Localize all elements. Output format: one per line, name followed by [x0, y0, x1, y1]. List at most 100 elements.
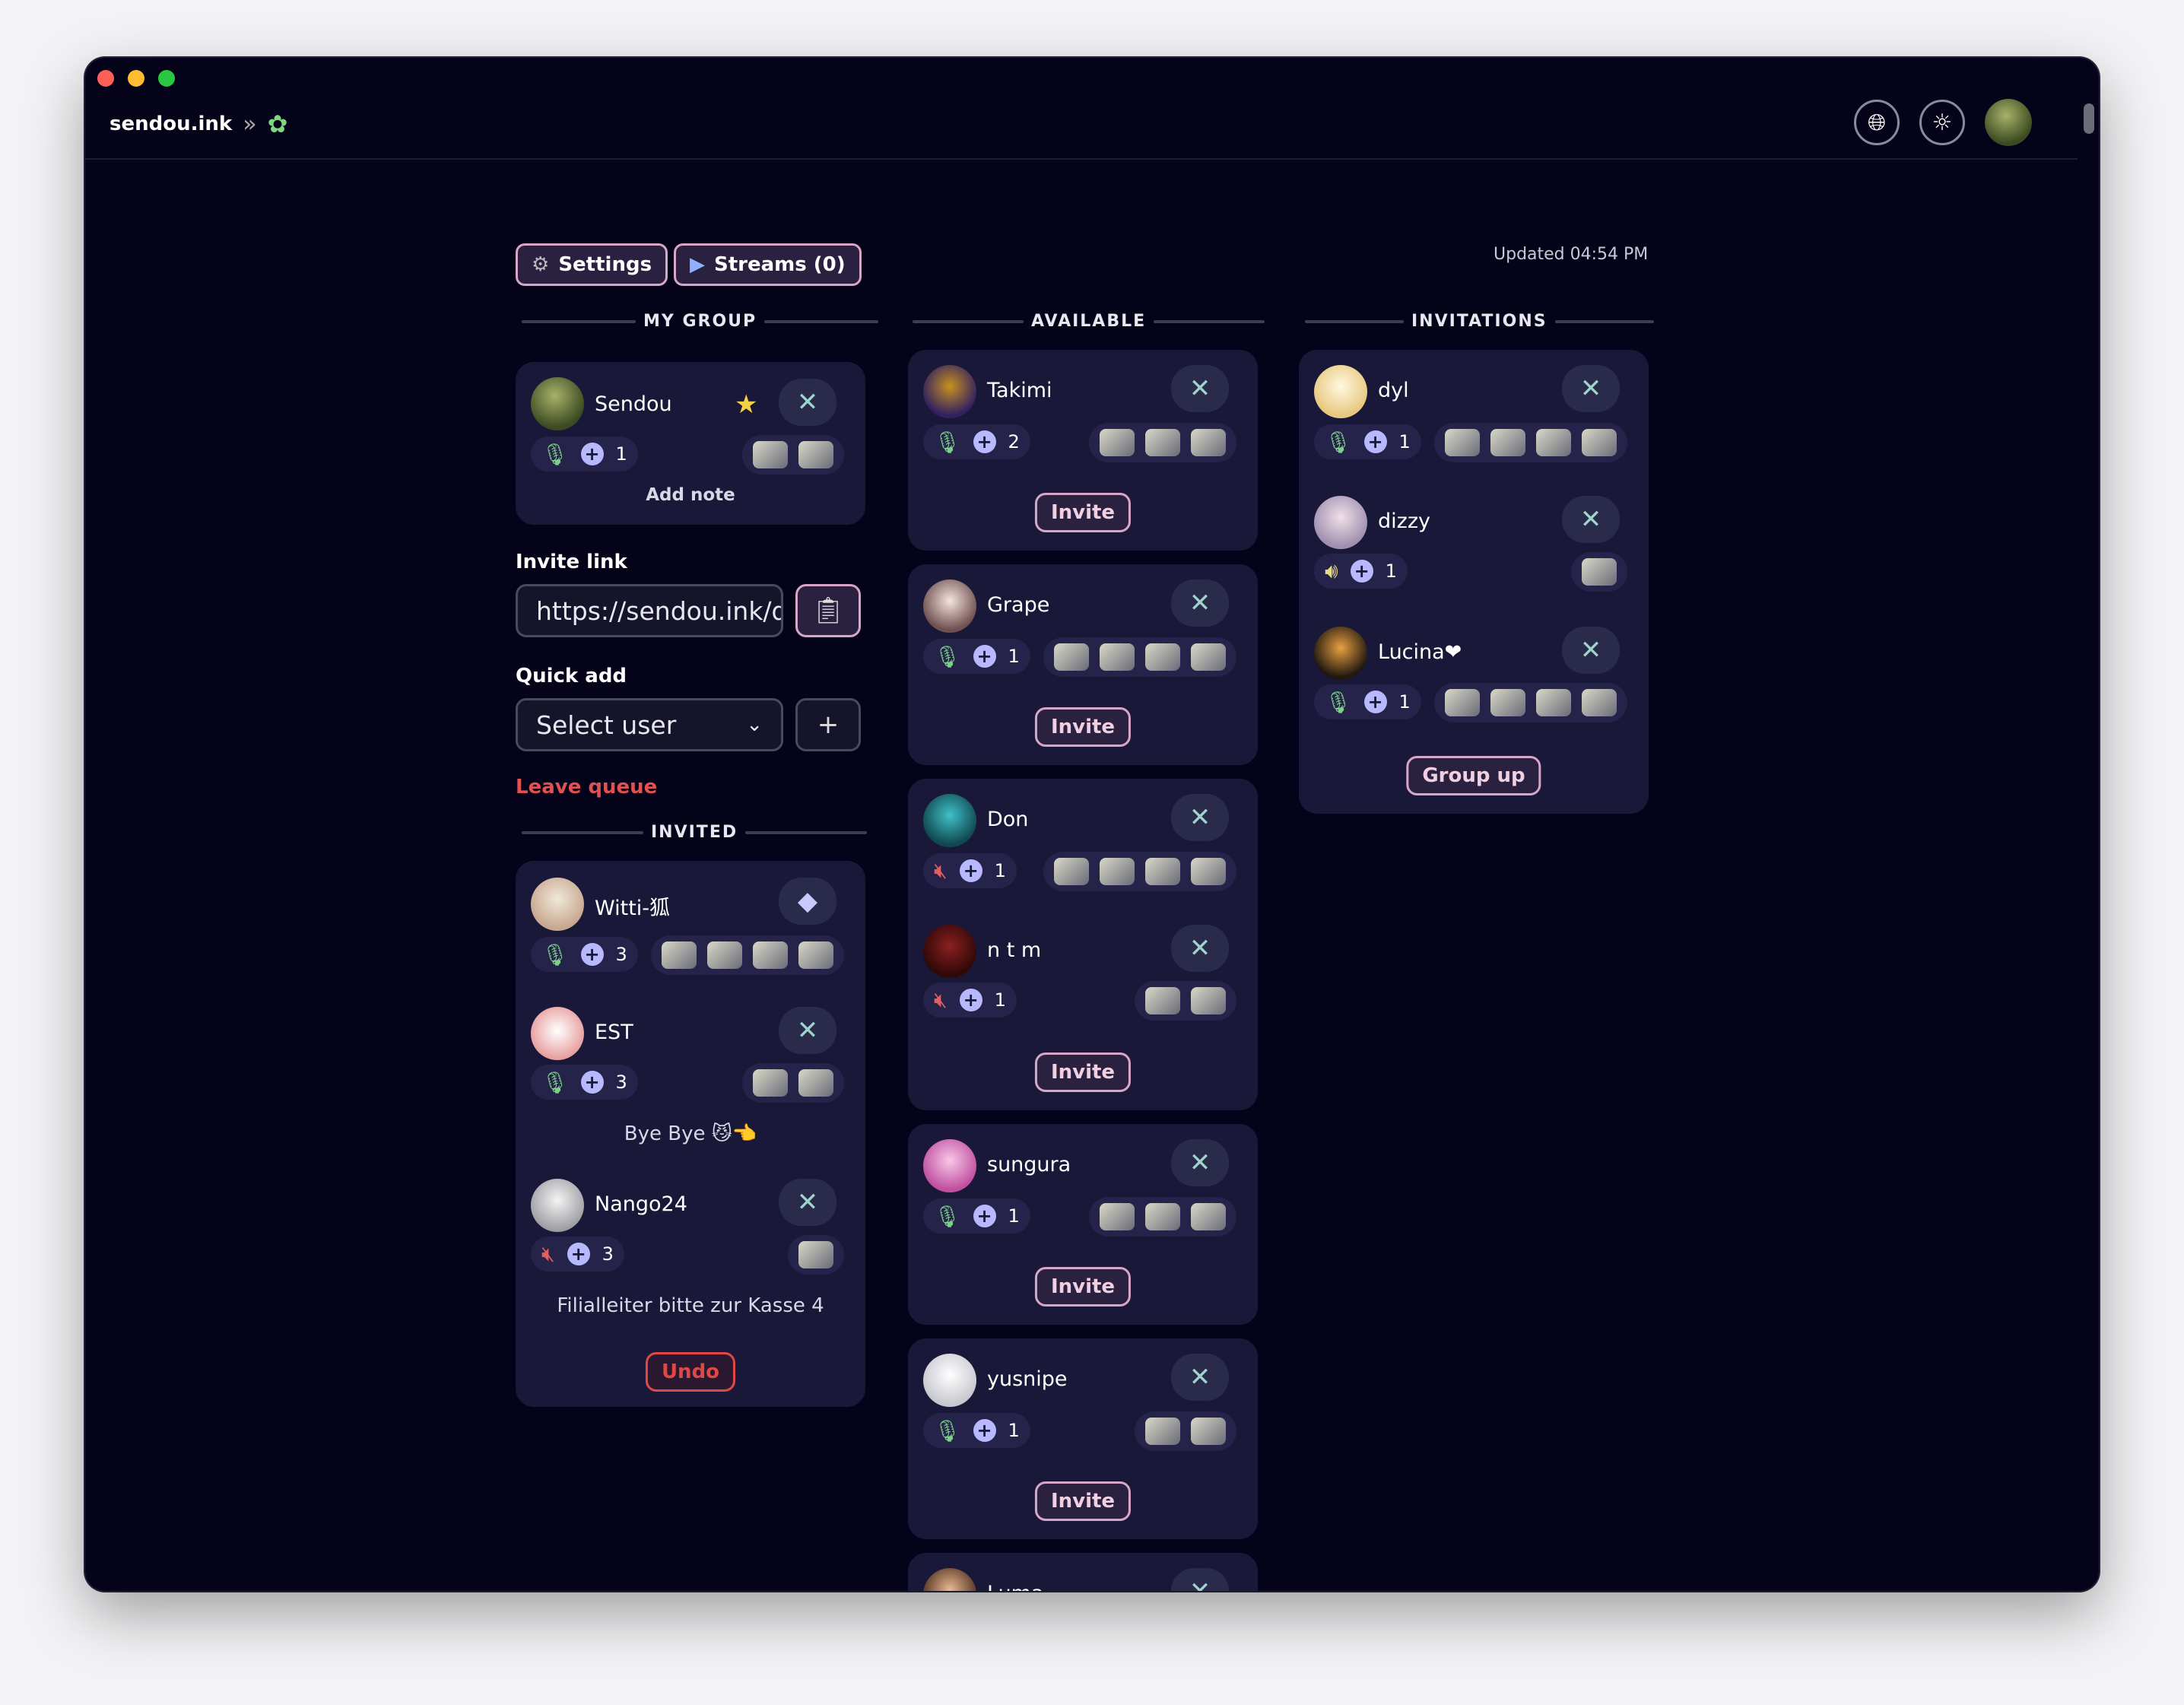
- member-note: Filialleiter bitte zur Kasse 4: [557, 1294, 824, 1317]
- member-name[interactable]: dyl: [1378, 379, 1409, 402]
- copy-link-button[interactable]: 📋︎: [795, 584, 861, 637]
- speaker-icon: 🔊︎: [1325, 558, 1338, 583]
- avatar[interactable]: [531, 878, 584, 931]
- select-user-dropdown[interactable]: Select user ⌄: [516, 698, 783, 751]
- weapon-icon: [1054, 858, 1089, 885]
- group-up-button[interactable]: Group up: [1406, 756, 1541, 795]
- settings-button[interactable]: ⚙ Settings: [516, 243, 668, 286]
- breadcrumb: sendou.ink » ✿: [110, 110, 287, 138]
- avatar[interactable]: [923, 1139, 976, 1192]
- avatar[interactable]: [531, 1179, 584, 1232]
- weapons-list: [651, 935, 844, 975]
- clipboard-icon: 📋︎: [811, 595, 845, 626]
- weapon-icon: [1582, 689, 1617, 716]
- plus-icon: +: [580, 1071, 604, 1094]
- member-name[interactable]: Nango24: [595, 1192, 687, 1216]
- voice-and-count: 🎙︎ + 3: [531, 937, 638, 972]
- avatar[interactable]: [1314, 627, 1367, 680]
- avatar[interactable]: [531, 377, 584, 430]
- member-name[interactable]: Witti-狐: [595, 891, 670, 921]
- member-count: 1: [1385, 560, 1397, 582]
- member-name[interactable]: yusnipe: [987, 1367, 1068, 1391]
- avatar[interactable]: [1314, 365, 1367, 418]
- weapon-icon: [1100, 429, 1135, 456]
- weapon-icon: [1145, 643, 1180, 671]
- weapon-icon: [1582, 558, 1617, 586]
- invitations-header: INVITATIONS: [1305, 312, 1654, 331]
- member-name[interactable]: n t m: [987, 938, 1041, 962]
- avatar[interactable]: [923, 794, 976, 847]
- weapon-icon: [1191, 987, 1226, 1014]
- invite-button[interactable]: Invite: [1034, 707, 1132, 747]
- weapon-icon: [753, 441, 788, 468]
- avatar[interactable]: [923, 579, 976, 633]
- member-name[interactable]: Grape: [987, 593, 1049, 617]
- scrollbar[interactable]: [2084, 103, 2094, 134]
- group-member: sungura ✕ 🎙︎ +1: [908, 1124, 1258, 1253]
- member-name[interactable]: sungura: [987, 1153, 1071, 1176]
- avatar[interactable]: [531, 1007, 584, 1060]
- plus-icon: +: [1350, 560, 1373, 583]
- voice-and-count: 🎙︎ + 3: [531, 1065, 638, 1100]
- member-count: 1: [615, 443, 627, 465]
- member-name[interactable]: Don: [987, 808, 1028, 831]
- rank-badge-icon: ✕: [1171, 1354, 1229, 1401]
- user-avatar[interactable]: [1985, 99, 2032, 146]
- weapon-icon: [1445, 429, 1480, 456]
- weapons-list: [742, 1063, 844, 1103]
- invitation-group-card: dyl ✕ 🎙︎ +1 dizzy ✕ 🔊︎ +1 Lucina❤ ✕ 🎙︎ +…: [1299, 350, 1649, 814]
- plus-icon: +: [973, 1419, 996, 1442]
- add-note-button[interactable]: Add note: [516, 485, 865, 505]
- avatar[interactable]: [923, 925, 976, 978]
- weapons-list: [1135, 1411, 1236, 1451]
- invited-header: INVITED: [522, 823, 868, 842]
- member-name[interactable]: Luma: [987, 1582, 1044, 1591]
- quick-add-button[interactable]: +: [795, 698, 861, 751]
- invite-button[interactable]: Invite: [1034, 1481, 1132, 1521]
- mic-muted-icon: 🔇︎: [934, 987, 948, 1012]
- queue-logo-icon[interactable]: ✿: [268, 110, 288, 138]
- plus-icon: +: [973, 1205, 996, 1227]
- invite-button[interactable]: Invite: [1034, 1053, 1132, 1092]
- avatar[interactable]: [923, 1568, 976, 1591]
- member-name[interactable]: Takimi: [987, 379, 1052, 402]
- invite-button[interactable]: Invite: [1034, 1267, 1132, 1307]
- weapon-icon: [707, 941, 742, 969]
- mic-muted-icon: 🔇︎: [934, 858, 948, 883]
- mic-icon: 🎙︎: [541, 941, 569, 967]
- member-count: 1: [1398, 431, 1411, 452]
- member-count: 1: [1008, 1205, 1020, 1227]
- available-group-card: yusnipe ✕ 🎙︎ +1 Invite: [908, 1338, 1258, 1539]
- voice-and-count: 🎙︎ +1: [1314, 424, 1421, 459]
- voice-and-count: 🎙︎ + 1: [531, 437, 638, 471]
- member-name[interactable]: Lucina❤: [1378, 640, 1462, 664]
- leave-queue-button[interactable]: Leave queue: [516, 776, 657, 799]
- plus-icon: +: [817, 710, 840, 740]
- available-header: AVAILABLE: [913, 312, 1265, 331]
- theme-toggle-icon[interactable]: ☼: [1919, 100, 1965, 145]
- voice-and-count: 🎙︎ +1: [923, 1199, 1030, 1234]
- mic-icon: 🎙︎: [934, 429, 961, 455]
- weapon-icon: [662, 941, 697, 969]
- invite-button[interactable]: Invite: [1034, 493, 1132, 532]
- weapon-icon: [753, 1069, 788, 1097]
- member-name[interactable]: EST: [595, 1021, 633, 1044]
- member-name[interactable]: dizzy: [1378, 510, 1430, 533]
- undo-button[interactable]: Undo: [645, 1352, 736, 1392]
- avatar[interactable]: [923, 365, 976, 418]
- member-count: 1: [994, 860, 1006, 881]
- weapons-list: [1135, 981, 1236, 1021]
- available-group-card: Takimi ✕ 🎙︎ +2 Invite: [908, 350, 1258, 551]
- member-note: Bye Bye 😼👈: [624, 1122, 757, 1145]
- streams-button[interactable]: ▶ Streams (0): [674, 243, 862, 286]
- top-actions: 🌐︎ ☼: [1854, 99, 2032, 146]
- brand-link[interactable]: sendou.ink: [110, 113, 232, 135]
- group-member: Grape ✕ 🎙︎ +1: [908, 564, 1258, 694]
- voice-and-count: 🔇︎ + 3: [531, 1237, 624, 1272]
- weapons-list: [1089, 423, 1236, 462]
- member-name[interactable]: Sendou: [595, 392, 672, 416]
- avatar[interactable]: [923, 1354, 976, 1407]
- language-globe-icon[interactable]: 🌐︎: [1854, 100, 1900, 145]
- avatar[interactable]: [1314, 496, 1367, 549]
- invite-link-field[interactable]: https://sendou.ink/q/...: [516, 584, 783, 637]
